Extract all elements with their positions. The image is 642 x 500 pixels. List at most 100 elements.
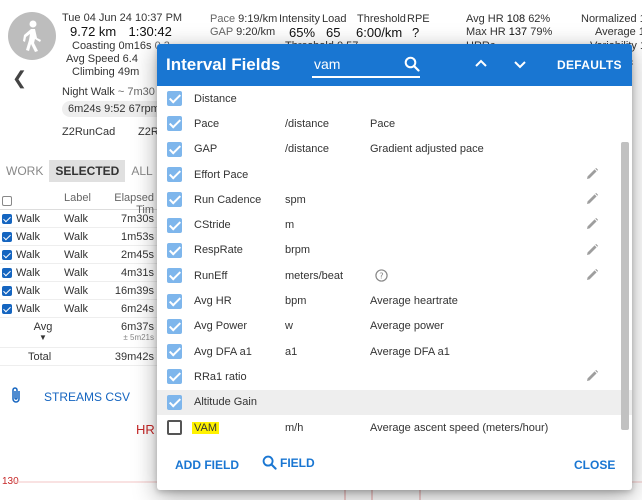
field-unit: /distance <box>285 117 330 130</box>
interval-chip: 6m24s 9:52 67rpm <box>62 101 166 117</box>
table-row[interactable]: Walk Walk 7m30s <box>0 210 158 228</box>
field-row[interactable]: Avg Power w Average power <box>157 314 632 339</box>
field-checkbox[interactable] <box>167 344 182 360</box>
field-row[interactable]: VAM m/h Average ascent speed (meters/hour) <box>157 415 632 440</box>
table-row[interactable]: Walk Walk 1m53s <box>0 228 158 246</box>
field-unit: a1 <box>285 345 298 358</box>
z2r-label: Z2R <box>138 126 159 138</box>
field-checkbox[interactable] <box>167 242 182 258</box>
hr-chart-label: HR <box>136 422 155 437</box>
row-checkbox[interactable] <box>2 231 12 242</box>
field-name: RunEff <box>194 269 228 282</box>
field-checkbox[interactable] <box>167 318 182 334</box>
pencil-edit-icon[interactable] <box>585 268 599 285</box>
field-row[interactable]: RRa1 ratio <box>157 364 632 389</box>
table-row[interactable]: Walk Walk 6m24s <box>0 300 158 318</box>
field-row[interactable]: Pace/distance Pace <box>157 111 632 136</box>
field-checkbox[interactable] <box>167 369 182 385</box>
field-row[interactable]: Altitude Gain <box>157 389 632 415</box>
pencil-edit-icon[interactable] <box>585 167 599 184</box>
pencil-edit-icon[interactable] <box>585 192 599 209</box>
row-elapsed: 7m30s <box>120 212 154 225</box>
help-icon[interactable]: ? <box>375 269 388 285</box>
field-checkbox[interactable] <box>167 141 182 157</box>
streams-csv-button[interactable]: STREAMS CSV <box>44 390 130 404</box>
row-label: Walk <box>16 212 41 225</box>
field-description: Average ascent speed (meters/hour) <box>370 421 549 434</box>
activity-date: Tue 04 Jun 24 <box>62 12 132 24</box>
chevron-up-icon[interactable] <box>472 55 490 76</box>
table-row[interactable]: Walk Walk 2m45s <box>0 246 158 264</box>
pencil-edit-icon[interactable] <box>585 369 599 386</box>
avg-sub: ± 5m21s <box>123 333 154 342</box>
row-label2: Walk <box>64 248 89 261</box>
column-elapsed[interactable]: Elapsed Tim <box>108 192 158 216</box>
field-description: Pace <box>370 117 396 130</box>
tab-selected[interactable]: SELECTED <box>49 160 126 182</box>
field-name: Altitude Gain <box>194 396 257 409</box>
row-checkbox[interactable] <box>2 213 12 224</box>
field-checkbox[interactable] <box>167 192 182 208</box>
field-checkbox[interactable] <box>167 268 182 284</box>
field-row[interactable]: CStride m <box>157 212 632 237</box>
field-row[interactable]: RunEff meters/beat? <box>157 263 632 288</box>
dialog-title: Interval Fields <box>166 55 281 74</box>
field-checkbox[interactable] <box>167 167 182 183</box>
table-row[interactable]: Walk Walk 4m31s <box>0 264 158 282</box>
gap-value: 9:20/km <box>236 26 276 38</box>
tab-all[interactable]: ALL <box>125 160 158 182</box>
field-name: GAP <box>194 143 218 156</box>
row-checkbox[interactable] <box>2 267 12 278</box>
search-icon <box>262 455 277 470</box>
row-checkbox[interactable] <box>2 249 12 260</box>
chevron-down-icon[interactable] <box>511 55 529 76</box>
max-hr-label: Max HR <box>466 26 506 38</box>
field-row[interactable]: Avg DFA a1 a1 Average DFA a1 <box>157 339 632 364</box>
max-hr-value: 137 <box>508 26 528 38</box>
field-unit: spm <box>285 193 306 206</box>
list-scrollbar[interactable] <box>621 142 629 430</box>
coasting-stat: Coasting 0m16s <box>72 40 152 52</box>
pencil-edit-icon[interactable] <box>585 243 599 260</box>
total-row: Total 39m42s <box>0 348 158 366</box>
row-checkbox[interactable] <box>2 303 12 314</box>
field-checkbox[interactable] <box>167 217 182 233</box>
column-label[interactable]: Label <box>62 192 108 209</box>
field-description: Gradient adjusted pace <box>370 143 484 156</box>
field-name: Effort Pace <box>194 168 249 181</box>
field-row[interactable]: RespRate brpm <box>157 238 632 263</box>
defaults-button[interactable]: DEFAULTS <box>557 58 622 72</box>
tab-work[interactable]: WORK <box>0 160 49 182</box>
threshold-label: Threshold <box>357 13 406 25</box>
field-checkbox[interactable] <box>167 91 182 107</box>
field-row[interactable]: Distance <box>157 86 632 111</box>
row-elapsed: 6m24s <box>120 302 154 315</box>
field-row[interactable]: Avg HR bpm Average heartrate <box>157 288 632 313</box>
field-checkbox[interactable] <box>167 116 182 132</box>
row-label: Walk <box>16 302 41 315</box>
pencil-edit-icon[interactable] <box>585 217 599 234</box>
field-checkbox[interactable] <box>167 394 182 410</box>
field-row[interactable]: Effort Pace <box>157 162 632 187</box>
search-box <box>312 52 420 78</box>
field-row[interactable]: Run Cadence spm <box>157 187 632 212</box>
back-chevron-icon[interactable]: ❮ <box>12 68 27 89</box>
activity-time: 10:37 PM <box>134 12 183 24</box>
row-label2: Walk <box>64 284 89 297</box>
avg-dropdown-icon[interactable]: ▼ <box>0 333 86 342</box>
search-input[interactable] <box>312 56 396 72</box>
add-field-button[interactable]: ADD FIELD <box>175 458 239 472</box>
search-icon[interactable] <box>404 56 420 75</box>
field-checkbox[interactable] <box>167 293 182 309</box>
dialog-header: Interval Fields DEFAULTS <box>157 44 632 86</box>
close-button[interactable]: CLOSE <box>574 458 615 472</box>
chip-pace: 9:52 <box>104 103 126 115</box>
rpe-label: RPE <box>407 13 430 25</box>
field-checkbox[interactable] <box>167 420 182 435</box>
table-row[interactable]: Walk Walk 16m39s <box>0 282 158 300</box>
row-checkbox[interactable] <box>2 285 12 296</box>
query-field-button[interactable]: FIELD <box>262 455 315 470</box>
select-all-checkbox[interactable] <box>2 195 12 206</box>
paperclip-icon[interactable] <box>10 386 22 407</box>
field-row[interactable]: GAP/distance Gradient adjusted pace <box>157 137 632 162</box>
